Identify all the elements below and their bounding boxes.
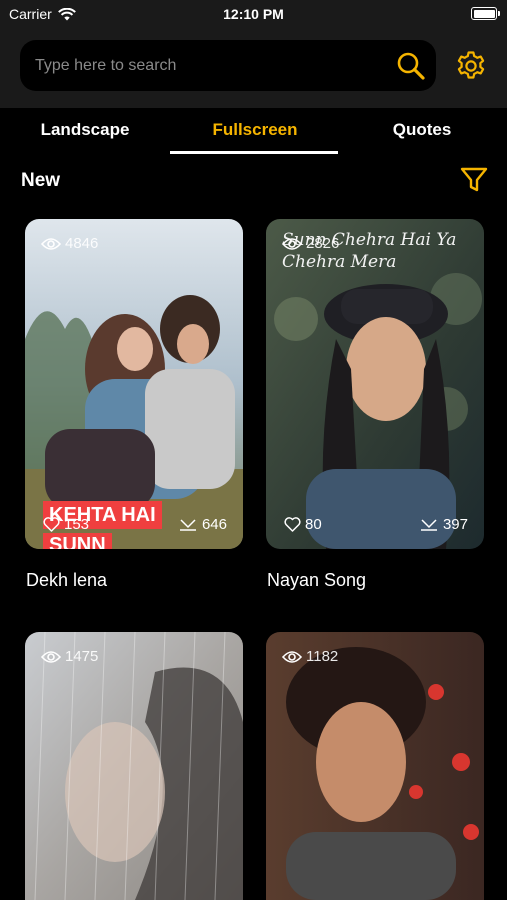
views-count: 2826 [282,235,339,252]
views-value: 4846 [65,235,99,252]
search-icon[interactable] [396,51,426,81]
card-title[interactable]: Dekh lena [26,570,107,591]
thumbnail-image [25,219,243,549]
download-icon [420,519,437,531]
category-tabs: Landscape Fullscreen Quotes [0,108,507,158]
video-card[interactable]: 1475 [25,632,243,900]
video-card[interactable]: 4846 KEHTA HAI SUNN 153 646 [25,219,243,549]
download-icon [179,519,196,531]
likes-count[interactable]: 80 [284,516,322,533]
active-tab-indicator [170,151,338,154]
video-card[interactable]: Sunn Chehra Hai Ya Chehra Mera 2826 80 3… [266,219,484,549]
views-value: 2826 [306,235,340,252]
heart-icon [284,517,301,532]
likes-value: 153 [64,516,90,533]
likes-count[interactable]: 153 [43,516,89,533]
thumbnail-image [25,632,243,900]
downloads-value: 397 [442,516,468,533]
views-count: 1475 [41,648,98,665]
tab-landscape[interactable]: Landscape [0,120,170,140]
thumbnail-caption-line2: SUNN [43,533,112,549]
status-bar: Carrier 12:10 PM [0,0,507,28]
tab-quotes[interactable]: Quotes [337,120,507,140]
gear-icon[interactable] [455,50,487,82]
downloads-value: 646 [201,516,227,533]
downloads-count[interactable]: 397 [420,516,468,533]
eye-icon [41,650,61,663]
views-value: 1475 [65,648,99,665]
eye-icon [41,237,61,250]
views-count: 1182 [282,648,338,665]
heart-icon [43,517,60,532]
tab-fullscreen[interactable]: Fullscreen [170,120,340,140]
video-card[interactable]: 1182 [266,632,484,900]
eye-icon [282,650,302,663]
search-bar [20,40,436,91]
top-bar [0,28,507,108]
battery-icon [471,7,500,20]
clock: 12:10 PM [223,6,284,22]
search-input[interactable] [35,40,365,91]
views-count: 4846 [41,235,98,252]
section-title: New [21,170,61,191]
eye-icon [282,237,302,250]
thumbnail-image [266,632,484,900]
card-title[interactable]: Nayan Song [267,570,366,591]
filter-icon[interactable] [459,165,489,195]
downloads-count[interactable]: 646 [179,516,227,533]
likes-value: 80 [305,516,322,533]
views-value: 1182 [306,648,339,665]
